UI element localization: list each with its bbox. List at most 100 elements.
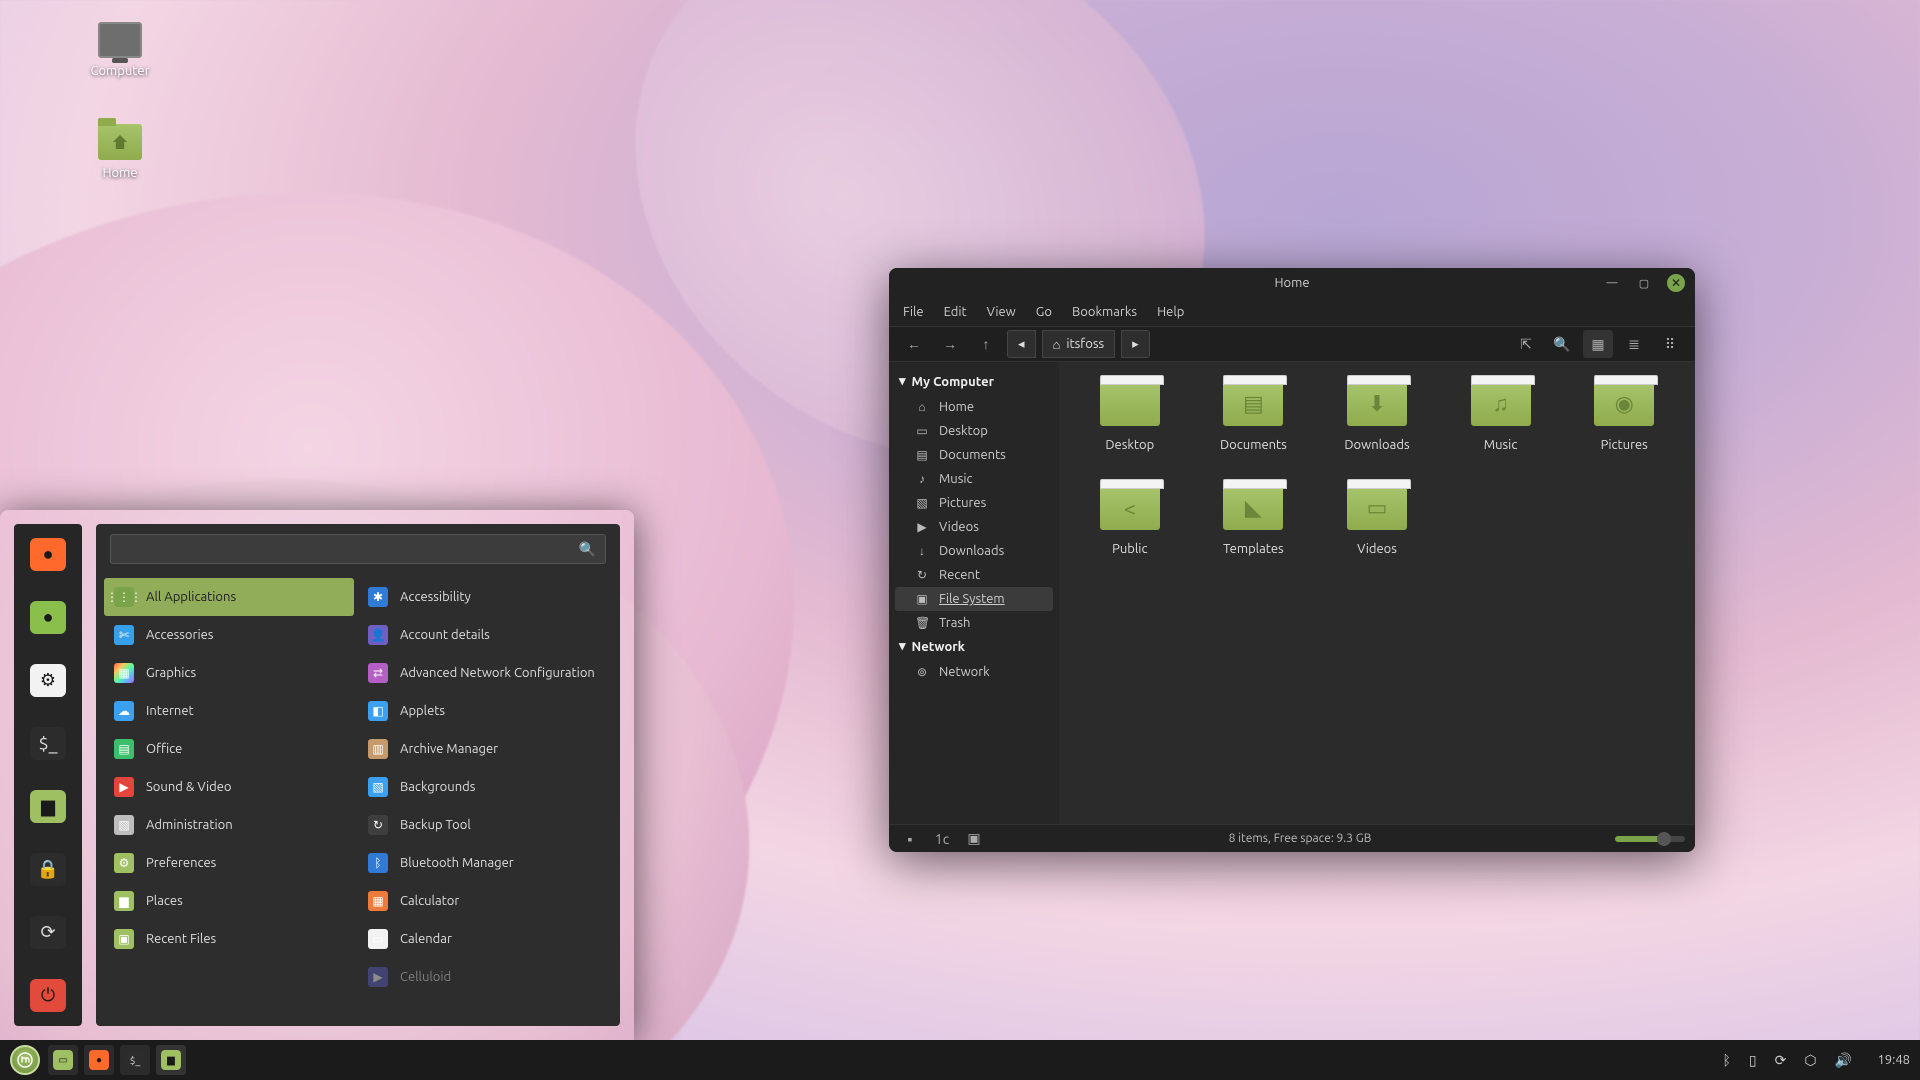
sidebar-header-computer[interactable]: ▾My Computer	[895, 370, 1053, 395]
folder-pictures[interactable]: ◉Pictures	[1571, 382, 1677, 452]
sidebar-item-home[interactable]: ⌂Home	[895, 395, 1053, 419]
sidebar-item-downloads[interactable]: ↓Downloads	[895, 539, 1053, 563]
taskbar-app-show-desktop[interactable]: ▭	[48, 1045, 78, 1075]
maximize-button[interactable]: ▢	[1635, 274, 1653, 292]
clock[interactable]: 19:48	[1870, 1053, 1910, 1067]
desktop-icon-computer[interactable]: Computer	[70, 22, 170, 78]
menu-edit[interactable]: Edit	[944, 305, 967, 319]
category-places[interactable]: ▆Places	[104, 882, 354, 920]
list-view-button[interactable]: ≣	[1619, 330, 1649, 358]
show-treeview-button[interactable]: 1c	[931, 829, 953, 849]
close-sidebar-button[interactable]: ▣	[963, 829, 985, 849]
network-icon[interactable]: ⬡	[1804, 1052, 1816, 1069]
sidebar-item-label: Network	[939, 665, 990, 679]
category-internet[interactable]: ☁Internet	[104, 692, 354, 730]
taskbar-app-firefox[interactable]: ●	[84, 1045, 114, 1075]
sidebar-header-network[interactable]: ▾Network	[895, 635, 1053, 660]
start-button[interactable]	[10, 1045, 40, 1075]
favorite-files[interactable]: ▆	[30, 790, 66, 823]
volume-icon[interactable]: 🔊	[1835, 1052, 1852, 1069]
window-titlebar[interactable]: Home — ▢ ✕	[889, 268, 1695, 298]
favorite-firefox[interactable]: ●	[30, 538, 66, 571]
favorite-quit[interactable]: ⏻	[30, 979, 66, 1012]
sidebar-item-trash[interactable]: 🗑Trash	[895, 611, 1053, 635]
folder-desktop[interactable]: Desktop	[1077, 382, 1183, 452]
sidebar-item-desktop[interactable]: ▭Desktop	[895, 419, 1053, 443]
taskbar-app-files[interactable]: ▆	[156, 1045, 186, 1075]
sidebar-item-music[interactable]: ♪Music	[895, 467, 1053, 491]
file-grid[interactable]: Desktop ▤Documents⬇Downloads ♫Music◉Pictur…	[1059, 362, 1695, 824]
taskbar-app-terminal[interactable]: $_	[120, 1045, 150, 1075]
category-icon: ☁	[114, 701, 134, 721]
app-backup-tool[interactable]: ↻Backup Tool	[358, 806, 608, 844]
category-preferences[interactable]: ⚙Preferences	[104, 844, 354, 882]
category-label: Office	[146, 742, 182, 756]
folder-downloads[interactable]: ⬇Downloads	[1324, 382, 1430, 452]
favorite-terminal[interactable]: $_	[30, 727, 66, 760]
nav-back-button[interactable]: ←	[899, 330, 929, 358]
sidebar-item-icon: ⊚	[915, 665, 929, 679]
path-next-button[interactable]: ▸	[1121, 330, 1150, 358]
category-office[interactable]: ▤Office	[104, 730, 354, 768]
app-archive-manager[interactable]: ▥Archive Manager	[358, 730, 608, 768]
category-accessories[interactable]: ✄Accessories	[104, 616, 354, 654]
toggle-location-button[interactable]: ⇱	[1511, 330, 1541, 358]
sidebar-item-network[interactable]: ⊚ Network	[895, 660, 1053, 684]
favorite-logout[interactable]: ⟳	[30, 916, 66, 949]
app-account-details[interactable]: 👤Account details	[358, 616, 608, 654]
app-accessibility[interactable]: ✱Accessibility	[358, 578, 608, 616]
sidebar-item-videos[interactable]: ▶Videos	[895, 515, 1053, 539]
firefox-icon: ●	[89, 1050, 109, 1070]
sidebar-item-label: File System	[939, 592, 1005, 606]
folder-videos[interactable]: ▭Videos	[1324, 486, 1430, 556]
app-calculator[interactable]: ▦Calculator	[358, 882, 608, 920]
favorite-lock-screen[interactable]: 🔒	[30, 853, 66, 886]
sidebar-item-pictures[interactable]: ▧Pictures	[895, 491, 1053, 515]
show-places-button[interactable]: ▪	[899, 829, 921, 849]
minimize-button[interactable]: —	[1603, 274, 1621, 292]
app-backgrounds[interactable]: ▧Backgrounds	[358, 768, 608, 806]
folder-music[interactable]: ♫Music	[1448, 382, 1554, 452]
category-graphics[interactable]: ▦Graphics	[104, 654, 354, 692]
updates-icon[interactable]: ⟳	[1775, 1052, 1787, 1069]
menu-body: 🔍 ⋮⋮⋮All Applications✄Accessories▦Graphi…	[96, 524, 620, 1026]
favorite-software-manager[interactable]: ●	[30, 601, 66, 634]
menu-help[interactable]: Help	[1157, 305, 1184, 319]
category-all-applications[interactable]: ⋮⋮⋮All Applications	[104, 578, 354, 616]
show-desktop-icon: ▭	[53, 1050, 73, 1070]
menu-go[interactable]: Go	[1036, 305, 1052, 319]
menu-bookmarks[interactable]: Bookmarks	[1072, 305, 1137, 319]
search-input[interactable]	[110, 534, 606, 564]
sidebar-item-file-system[interactable]: ▣File System	[895, 587, 1053, 611]
category-sound-video[interactable]: ▶Sound & Video	[104, 768, 354, 806]
icon-view-button[interactable]: ▦	[1583, 330, 1613, 358]
app-icon: ↻	[368, 815, 388, 835]
sidebar-item-documents[interactable]: ▤Documents	[895, 443, 1053, 467]
app-calendar[interactable]: ▭Calendar	[358, 920, 608, 958]
app-advanced-network-configuration[interactable]: ⇄Advanced Network Configuration	[358, 654, 608, 692]
nav-up-button[interactable]: ↑	[971, 330, 1001, 358]
folder-documents[interactable]: ▤Documents	[1201, 382, 1307, 452]
close-button[interactable]: ✕	[1667, 274, 1685, 292]
search-button[interactable]: 🔍	[1547, 330, 1577, 358]
favorite-system-settings[interactable]: ⚙	[30, 664, 66, 697]
app-bluetooth-manager[interactable]: ᛒBluetooth Manager	[358, 844, 608, 882]
menu-file[interactable]: File	[903, 305, 924, 319]
nav-forward-button[interactable]: →	[935, 330, 965, 358]
app-celluloid[interactable]: ▶Celluloid	[358, 958, 608, 996]
compact-view-button[interactable]: ⠿	[1655, 330, 1685, 358]
bluetooth-icon[interactable]: ᛒ	[1722, 1052, 1730, 1068]
folder-public[interactable]: <Public	[1077, 486, 1183, 556]
category-administration[interactable]: ▧Administration	[104, 806, 354, 844]
folder-templates[interactable]: ◣Templates	[1201, 486, 1307, 556]
path-prev-button[interactable]: ◂	[1007, 330, 1036, 358]
app-applets[interactable]: ◧Applets	[358, 692, 608, 730]
sidebar-item-recent[interactable]: ↻Recent	[895, 563, 1053, 587]
folder-icon: ♫	[1471, 382, 1531, 426]
desktop-icon-home[interactable]: Home	[70, 124, 170, 180]
zoom-slider[interactable]	[1615, 836, 1685, 842]
battery-icon[interactable]: ▯	[1749, 1052, 1757, 1069]
menu-view[interactable]: View	[987, 305, 1016, 319]
category-recent-files[interactable]: ▣Recent Files	[104, 920, 354, 958]
path-segment-home[interactable]: ⌂ itsfoss	[1042, 330, 1116, 358]
